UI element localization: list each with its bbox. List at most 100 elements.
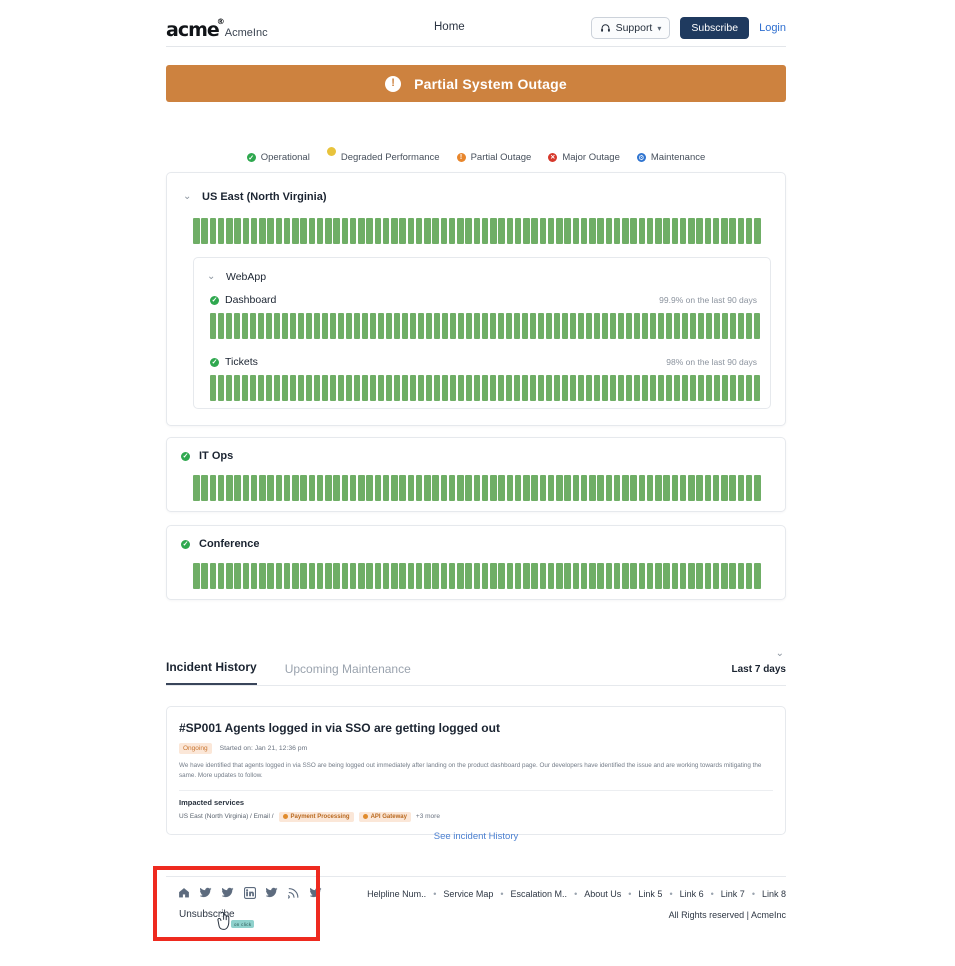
uptime-bar[interactable]	[722, 375, 729, 401]
uptime-bar[interactable]	[531, 218, 538, 244]
uptime-bar[interactable]	[308, 563, 316, 589]
uptime-bar[interactable]	[546, 375, 553, 401]
twitter-icon[interactable]	[221, 886, 234, 898]
uptime-bar[interactable]	[688, 563, 695, 589]
uptime-bar[interactable]	[646, 218, 654, 244]
uptime-bar[interactable]	[522, 375, 529, 401]
uptime-bar[interactable]	[630, 218, 637, 244]
uptime-bar[interactable]	[586, 375, 593, 401]
uptime-bar[interactable]	[234, 375, 241, 401]
uptime-bar[interactable]	[730, 313, 737, 339]
uptime-bar[interactable]	[506, 218, 514, 244]
nav-item-home[interactable]: Home	[434, 21, 465, 33]
uptime-bar[interactable]	[539, 475, 547, 501]
uptime-bar[interactable]	[458, 375, 465, 401]
uptime-bar[interactable]	[306, 313, 313, 339]
uptime-bar[interactable]	[432, 563, 439, 589]
uptime-bar[interactable]	[473, 218, 481, 244]
uptime-bar[interactable]	[378, 375, 385, 401]
uptime-bar[interactable]	[346, 375, 353, 401]
subgroup-header[interactable]: ⌄ WebApp	[207, 271, 266, 283]
uptime-bar[interactable]	[729, 475, 736, 501]
uptime-bar[interactable]	[556, 563, 563, 589]
uptime-bar[interactable]	[602, 313, 609, 339]
uptime-bar[interactable]	[514, 563, 522, 589]
uptime-bar[interactable]	[498, 313, 505, 339]
uptime-bar[interactable]	[572, 475, 580, 501]
uptime-bar[interactable]	[522, 313, 529, 339]
uptime-bar[interactable]	[193, 218, 200, 244]
uptime-bar[interactable]	[737, 218, 745, 244]
uptime-bar[interactable]	[642, 375, 649, 401]
uptime-bar[interactable]	[754, 375, 761, 401]
impacted-service-pill[interactable]: Payment Processing	[278, 811, 354, 822]
uptime-bar[interactable]	[448, 218, 456, 244]
uptime-bar[interactable]	[354, 375, 361, 401]
uptime-bar[interactable]	[442, 313, 449, 339]
uptime-bar[interactable]	[382, 563, 390, 589]
uptime-bar[interactable]	[610, 313, 617, 339]
uptime-bar[interactable]	[450, 313, 457, 339]
uptime-bar[interactable]	[712, 218, 720, 244]
uptime-bar[interactable]	[374, 563, 382, 589]
uptime-bar[interactable]	[729, 218, 736, 244]
uptime-bar[interactable]	[738, 375, 745, 401]
uptime-bar[interactable]	[391, 218, 398, 244]
linkedin-icon[interactable]	[243, 886, 257, 900]
uptime-bar[interactable]	[737, 563, 745, 589]
uptime-bar[interactable]	[594, 375, 601, 401]
uptime-bar[interactable]	[696, 218, 703, 244]
uptime-bar[interactable]	[341, 218, 349, 244]
uptime-bar[interactable]	[698, 313, 705, 339]
uptime-bar[interactable]	[266, 375, 273, 401]
uptime-bar[interactable]	[201, 475, 208, 501]
uptime-bar[interactable]	[618, 313, 625, 339]
uptime-bar[interactable]	[242, 375, 249, 401]
uptime-bar[interactable]	[201, 218, 208, 244]
uptime-bar[interactable]	[448, 563, 456, 589]
uptime-bar[interactable]	[498, 375, 505, 401]
uptime-bar[interactable]	[721, 218, 728, 244]
uptime-bar[interactable]	[407, 218, 415, 244]
uptime-bar[interactable]	[440, 563, 448, 589]
uptime-bar[interactable]	[663, 218, 670, 244]
twitter-icon[interactable]	[265, 886, 278, 898]
uptime-bar[interactable]	[564, 475, 571, 501]
uptime-bar[interactable]	[217, 218, 225, 244]
uptime-bar[interactable]	[688, 475, 695, 501]
uptime-bar[interactable]	[655, 563, 662, 589]
uptime-bar[interactable]	[358, 475, 365, 501]
uptime-bar[interactable]	[626, 375, 633, 401]
uptime-bar[interactable]	[597, 563, 604, 589]
uptime-bar[interactable]	[482, 375, 489, 401]
uptime-bar[interactable]	[386, 313, 393, 339]
uptime-bar[interactable]	[706, 375, 713, 401]
uptime-bar[interactable]	[706, 313, 713, 339]
uptime-bar[interactable]	[349, 218, 357, 244]
uptime-bar[interactable]	[394, 375, 401, 401]
uptime-bar[interactable]	[498, 218, 505, 244]
uptime-bar[interactable]	[250, 218, 258, 244]
uptime-bar[interactable]	[613, 218, 621, 244]
uptime-bar[interactable]	[546, 313, 553, 339]
uptime-bar[interactable]	[378, 313, 385, 339]
uptime-bar[interactable]	[399, 563, 406, 589]
subscribe-button[interactable]: Subscribe	[680, 17, 750, 39]
uptime-bar[interactable]	[290, 375, 297, 401]
uptime-bar[interactable]	[298, 313, 305, 339]
uptime-bar[interactable]	[622, 563, 629, 589]
uptime-bar[interactable]	[506, 563, 514, 589]
uptime-bar[interactable]	[258, 375, 265, 401]
login-link[interactable]: Login	[759, 22, 786, 34]
uptime-bar[interactable]	[589, 475, 596, 501]
uptime-bar[interactable]	[370, 313, 377, 339]
uptime-bar[interactable]	[605, 563, 613, 589]
uptime-bar[interactable]	[193, 563, 200, 589]
uptime-bar[interactable]	[622, 218, 629, 244]
uptime-bar[interactable]	[322, 375, 329, 401]
uptime-bar[interactable]	[721, 475, 728, 501]
uptime-bar[interactable]	[374, 218, 382, 244]
impacted-more-count[interactable]: +3 more	[416, 813, 440, 820]
uptime-bar[interactable]	[354, 313, 361, 339]
uptime-bar[interactable]	[418, 313, 425, 339]
